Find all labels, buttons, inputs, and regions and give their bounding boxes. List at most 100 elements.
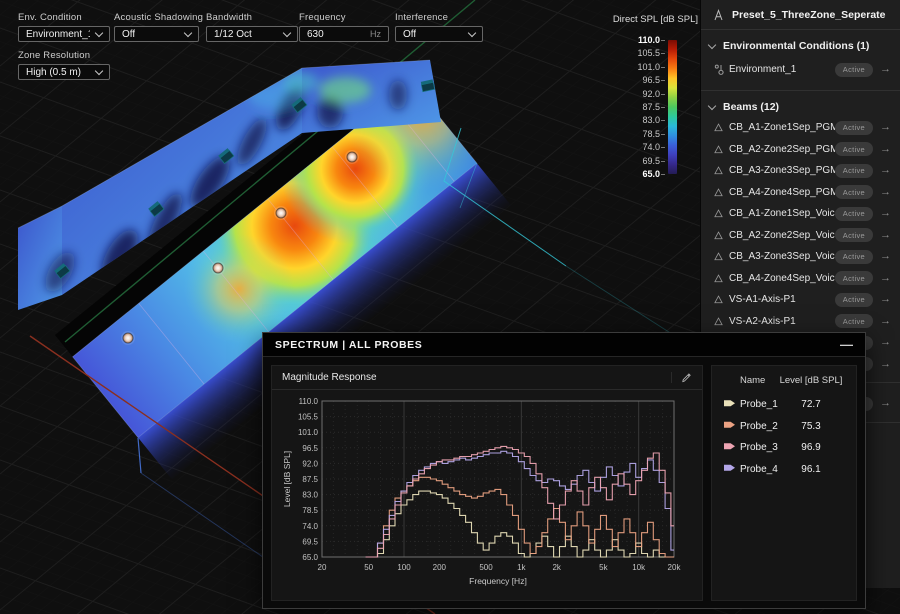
spectrum-panel-title: SPECTRUM | ALL PROBES: [275, 339, 422, 351]
sidebar-item-CB_A1-Zone1Sep_Voice[interactable]: CB_A1-Zone1Sep_VoiceActive→: [701, 203, 900, 225]
acoustic-shadowing-label: Acoustic Shadowing: [114, 12, 203, 23]
colorbar-tick: 74.0: [600, 142, 660, 152]
svg-text:65.0: 65.0: [302, 553, 318, 562]
svg-text:50: 50: [364, 563, 373, 572]
colorbar-tick: 105.5: [600, 48, 660, 58]
colorbar-tick: 65.0: [600, 169, 660, 179]
sidebar-item-CB_A1-Zone1Sep_PGM[interactable]: CB_A1-Zone1Sep_PGMActive→: [701, 117, 900, 139]
beam-icon: [714, 123, 729, 132]
arrow-right-icon[interactable]: →: [880, 398, 891, 409]
spl-colorbar: Direct SPL [dB SPL] 110.0105.5101.096.59…: [555, 10, 700, 200]
beam-icon: [714, 274, 729, 283]
chevron-down-icon: [283, 28, 291, 36]
arrow-right-icon[interactable]: →: [880, 273, 891, 284]
colorbar-tick-mark: [661, 120, 665, 121]
status-badge: Active: [835, 271, 873, 285]
colorbar-tick-mark: [661, 161, 665, 162]
colorbar-tick-mark: [661, 94, 665, 95]
preset-title: Preset_5_ThreeZone_Seperate: [732, 9, 886, 21]
arrow-right-icon[interactable]: →: [880, 359, 891, 370]
svg-text:69.5: 69.5: [302, 537, 318, 546]
bandwidth-label: Bandwidth: [206, 12, 252, 23]
status-badge: Active: [835, 185, 873, 199]
chevron-down-icon: [184, 28, 192, 36]
frequency-label: Frequency: [299, 12, 346, 23]
chevron-down-icon: [708, 41, 716, 49]
sidebar-item-CB_A2-Zone2Sep_PGM[interactable]: CB_A2-Zone2Sep_PGMActive→: [701, 139, 900, 161]
spectrum-panel-header[interactable]: SPECTRUM | ALL PROBES —: [263, 333, 865, 357]
beam-icon: [714, 317, 729, 326]
arrow-right-icon[interactable]: →: [880, 337, 891, 348]
chevron-down-icon: [468, 28, 476, 36]
edit-button[interactable]: [671, 372, 692, 383]
sidebar-item-CB_A4-Zone4Sep_Voice[interactable]: CB_A4-Zone4Sep_VoiceActive→: [701, 268, 900, 290]
sidebar-item-CB_A2-Zone2Sep_Voice[interactable]: CB_A2-Zone2Sep_VoiceActive→: [701, 225, 900, 247]
probe-name: Probe_4: [740, 464, 778, 475]
svg-text:100: 100: [397, 563, 411, 572]
arrow-right-icon[interactable]: →: [880, 187, 891, 198]
probe-flag-icon: [724, 464, 735, 472]
interference-select[interactable]: Off: [395, 26, 483, 42]
colorbar-tick-mark: [661, 107, 665, 108]
svg-text:500: 500: [479, 563, 493, 572]
arrow-right-icon[interactable]: →: [880, 208, 891, 219]
probe-name: Probe_1: [740, 399, 778, 410]
svg-text:87.5: 87.5: [302, 475, 318, 484]
status-badge: Active: [835, 250, 873, 264]
colorbar-tick-mark: [661, 67, 665, 68]
probe-marker: [274, 206, 288, 220]
probe-flag-icon: [724, 442, 735, 450]
zone-resolution-label: Zone Resolution: [18, 50, 90, 61]
sidebar-item-VS-A2-Axis-P1[interactable]: VS-A2-Axis-P1Active→: [701, 311, 900, 333]
acoustic-shadowing-select[interactable]: Off: [114, 26, 199, 42]
sidebar-item-CB_A3-Zone3Sep_Voice[interactable]: CB_A3-Zone3Sep_VoiceActive→: [701, 246, 900, 268]
colorbar-tick: 78.5: [600, 129, 660, 139]
colorbar-tick: 87.5: [600, 102, 660, 112]
sidebar-item-CB_A3-Zone3Sep_PGM[interactable]: CB_A3-Zone3Sep_PGMActive→: [701, 160, 900, 182]
arrow-right-icon[interactable]: →: [880, 122, 891, 133]
section-header-beams-12-[interactable]: Beams (12): [701, 91, 900, 117]
minimize-button[interactable]: —: [840, 340, 853, 350]
bandwidth-select[interactable]: 1/12 Oct: [206, 26, 298, 42]
probe-row-Probe_4: Probe_496.1: [724, 459, 844, 481]
preset-header[interactable]: Preset_5_ThreeZone_Seperate: [701, 0, 900, 30]
svg-text:110.0: 110.0: [299, 397, 319, 406]
probe-level: 96.9: [778, 442, 844, 453]
probe-level: 96.1: [778, 464, 844, 475]
svg-text:92.0: 92.0: [302, 459, 318, 468]
sidebar-item-CB_A4-Zone4Sep_PGM[interactable]: CB_A4-Zone4Sep_PGMActive→: [701, 182, 900, 204]
beam-icon: [714, 145, 729, 154]
beam-icon: [714, 188, 729, 197]
probe-marker: [345, 150, 359, 164]
probe-marker: [121, 331, 135, 345]
probe-level: 75.3: [778, 421, 844, 432]
svg-text:5k: 5k: [599, 563, 608, 572]
pencil-icon: [681, 372, 692, 383]
colorbar-tick: 101.0: [600, 62, 660, 72]
arrow-right-icon[interactable]: →: [880, 165, 891, 176]
arrow-right-icon[interactable]: →: [880, 251, 891, 262]
arrow-right-icon[interactable]: →: [880, 64, 891, 75]
arrow-right-icon[interactable]: →: [880, 230, 891, 241]
probe-row-Probe_3: Probe_396.9: [724, 437, 844, 459]
table-col-name: Name: [740, 375, 778, 386]
arrow-right-icon[interactable]: →: [880, 316, 891, 327]
svg-text:Level [dB SPL]: Level [dB SPL]: [282, 451, 292, 507]
arrow-right-icon[interactable]: →: [880, 294, 891, 305]
probe-flag-icon: [724, 421, 735, 429]
arrow-right-icon[interactable]: →: [880, 144, 891, 155]
magnitude-response-card: Magnitude Response 110.0105.5101.096.592…: [271, 365, 703, 601]
sidebar-item-Environment_1[interactable]: Environment_1Active→: [701, 56, 900, 83]
status-badge: Active: [835, 164, 873, 178]
svg-text:96.5: 96.5: [302, 444, 318, 453]
svg-text:105.5: 105.5: [298, 413, 319, 422]
section-header-environmental-conditions-1-[interactable]: Environmental Conditions (1): [701, 30, 900, 56]
probe-flag-icon: [724, 399, 735, 407]
chart-title: Magnitude Response: [282, 372, 377, 383]
sidebar-item-VS-A1-Axis-P1[interactable]: VS-A1-Axis-P1Active→: [701, 289, 900, 311]
frequency-input[interactable]: 630Hz: [299, 26, 389, 42]
colorbar-tick-mark: [661, 174, 665, 175]
env-condition-select[interactable]: Environment_1: [18, 26, 110, 42]
zone-resolution-select[interactable]: High (0.5 m): [18, 64, 110, 80]
colorbar-tick: 110.0: [600, 35, 660, 45]
